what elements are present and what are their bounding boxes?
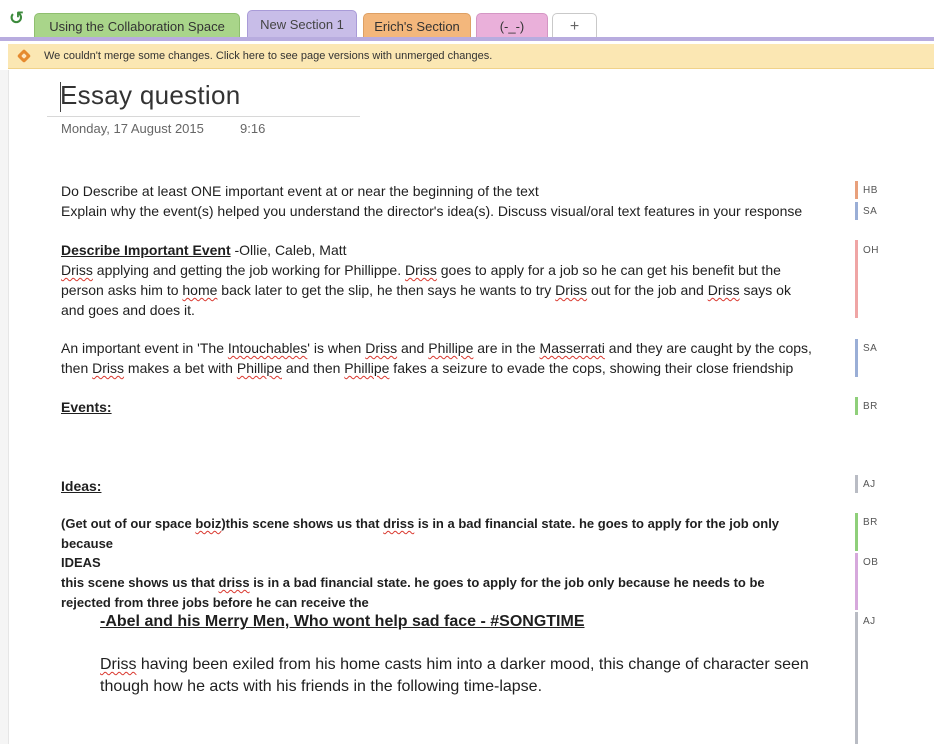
- undo-arrow-icon[interactable]: ↺: [9, 8, 24, 29]
- misspelled-word: Phillipe: [236, 360, 282, 376]
- misspelled-word: Phillipe: [344, 360, 390, 376]
- paragraph-4-line-3[interactable]: IDEAS: [61, 555, 101, 570]
- prompt-line-1[interactable]: Do Describe at least ONE important event…: [61, 183, 539, 199]
- misspelled-word: Driss: [100, 656, 137, 673]
- author-label-oh: OH: [863, 245, 879, 256]
- author-bar-br-2: [855, 513, 858, 551]
- text-run: out for the job and: [587, 282, 708, 298]
- author-label-sa: SA: [863, 206, 878, 217]
- author-label-aj: AJ: [863, 479, 876, 490]
- page-time: 9:16: [240, 121, 266, 136]
- misspelled-word: driss: [383, 516, 415, 531]
- song-line[interactable]: -Abel and his Merry Men, Who wont help s…: [100, 613, 585, 631]
- author-label-ob: OB: [863, 557, 879, 568]
- text-run: makes a bet with: [124, 360, 237, 376]
- text-run: this scene shows us that: [61, 575, 219, 590]
- page-title[interactable]: Essay question: [60, 80, 241, 111]
- paragraph-2-line-1[interactable]: Driss applying and getting the job worki…: [61, 262, 781, 278]
- author-bar-br: [855, 397, 858, 415]
- paragraph-3-line-1[interactable]: An important event in 'The Intouchables'…: [61, 340, 812, 356]
- page-left-edge: [0, 70, 9, 744]
- author-bar-hb: [855, 181, 858, 199]
- text-run: and then: [282, 360, 345, 376]
- misspelled-word: Driss: [404, 262, 437, 278]
- paragraph-5-line-1[interactable]: Driss having been exiled from his home c…: [100, 656, 809, 674]
- misspelled-word: Driss: [365, 340, 398, 356]
- text-run: says ok: [739, 282, 791, 298]
- text-run: and they are caught by the cops,: [604, 340, 812, 356]
- author-bar-oh: [855, 240, 858, 318]
- paragraph-4-line-1[interactable]: (Get out of our space boiz)this scene sh…: [61, 516, 779, 531]
- paragraph-2-line-3[interactable]: and goes and does it.: [61, 302, 195, 318]
- describe-event-names: -Ollie, Caleb, Matt: [230, 242, 347, 258]
- text-run: are in the: [473, 340, 540, 356]
- text-run: then: [61, 360, 93, 376]
- merge-conflict-icon: [16, 48, 32, 64]
- text-run: back later to get the slip, he then says…: [217, 282, 556, 298]
- paragraph-3-line-2[interactable]: then Driss makes a bet with Phillipe and…: [61, 360, 793, 376]
- tab-erichs-section[interactable]: Erich's Section: [363, 13, 471, 38]
- author-bar-aj-2: [855, 612, 858, 744]
- describe-event-heading: Describe Important Event: [61, 242, 231, 258]
- misspelled-word: driss: [218, 575, 250, 590]
- paragraph-4-line-2[interactable]: because: [61, 536, 113, 551]
- text-run: )this scene shows us that: [221, 516, 384, 531]
- author-label-aj-2: AJ: [863, 616, 876, 627]
- text-run: is in a bad financial state. he goes to …: [249, 575, 765, 590]
- text-run: applying and getting the job working for…: [92, 262, 405, 278]
- author-bar-sa-2: [855, 339, 858, 377]
- misspelled-word: Masserrati: [539, 340, 605, 356]
- add-section-button[interactable]: +: [552, 13, 597, 38]
- ideas-heading[interactable]: Ideas:: [61, 478, 101, 494]
- events-heading[interactable]: Events:: [61, 399, 112, 415]
- misspelled-word: home: [182, 282, 218, 298]
- author-bar-sa: [855, 202, 858, 220]
- text-run: (Get out of our space: [61, 516, 196, 531]
- section-tab-bar: ↺ Using the Collaboration Space New Sect…: [0, 0, 934, 41]
- author-label-br: BR: [863, 401, 878, 412]
- paragraph-5-line-2[interactable]: though how he acts with his friends in t…: [100, 678, 542, 696]
- paragraph-4-line-4[interactable]: this scene shows us that driss is in a b…: [61, 575, 765, 590]
- tab-new-section-1[interactable]: New Section 1: [247, 10, 357, 40]
- text-run: goes to apply for a job so he can get hi…: [436, 262, 781, 278]
- text-run: fakes a seizure to evade the cops, showi…: [389, 360, 794, 376]
- tab-using-the-collaboration-space[interactable]: Using the Collaboration Space: [34, 13, 240, 38]
- misspelled-word: Driss: [555, 282, 588, 298]
- author-label-br-2: BR: [863, 517, 878, 528]
- prompt-line-2[interactable]: Explain why the event(s) helped you unde…: [61, 203, 802, 219]
- author-bar-aj: [855, 475, 858, 493]
- merge-warning-bar[interactable]: We couldn't merge some changes. Click he…: [8, 44, 934, 69]
- text-run: having been exiled from his home casts h…: [136, 656, 809, 673]
- text-run: person asks him to: [61, 282, 183, 298]
- paragraph-4-line-5[interactable]: rejected from three jobs before he can r…: [61, 595, 369, 610]
- active-section-underline: [0, 37, 934, 41]
- misspelled-word: Phillipe: [428, 340, 474, 356]
- title-divider: [47, 116, 360, 117]
- misspelled-word: Intouchables: [227, 340, 308, 356]
- text-run: ' is when: [307, 340, 366, 356]
- misspelled-word: boiz: [195, 516, 222, 531]
- text-run: An important event in 'The: [61, 340, 228, 356]
- author-label-sa-2: SA: [863, 343, 878, 354]
- merge-warning-text: We couldn't merge some changes. Click he…: [44, 50, 493, 62]
- describe-event-line[interactable]: Describe Important Event -Ollie, Caleb, …: [61, 242, 347, 258]
- tab-face-section[interactable]: (-_-): [476, 13, 548, 38]
- misspelled-word: Driss: [707, 282, 740, 298]
- misspelled-word: Driss: [92, 360, 125, 376]
- text-run: and: [397, 340, 429, 356]
- author-label-hb: HB: [863, 185, 878, 196]
- author-bar-ob: [855, 553, 858, 610]
- paragraph-2-line-2[interactable]: person asks him to home back later to ge…: [61, 282, 791, 298]
- misspelled-word: Driss: [61, 262, 93, 278]
- text-run: is in a bad financial state. he goes to …: [414, 516, 780, 531]
- page-date: Monday, 17 August 2015: [61, 121, 204, 136]
